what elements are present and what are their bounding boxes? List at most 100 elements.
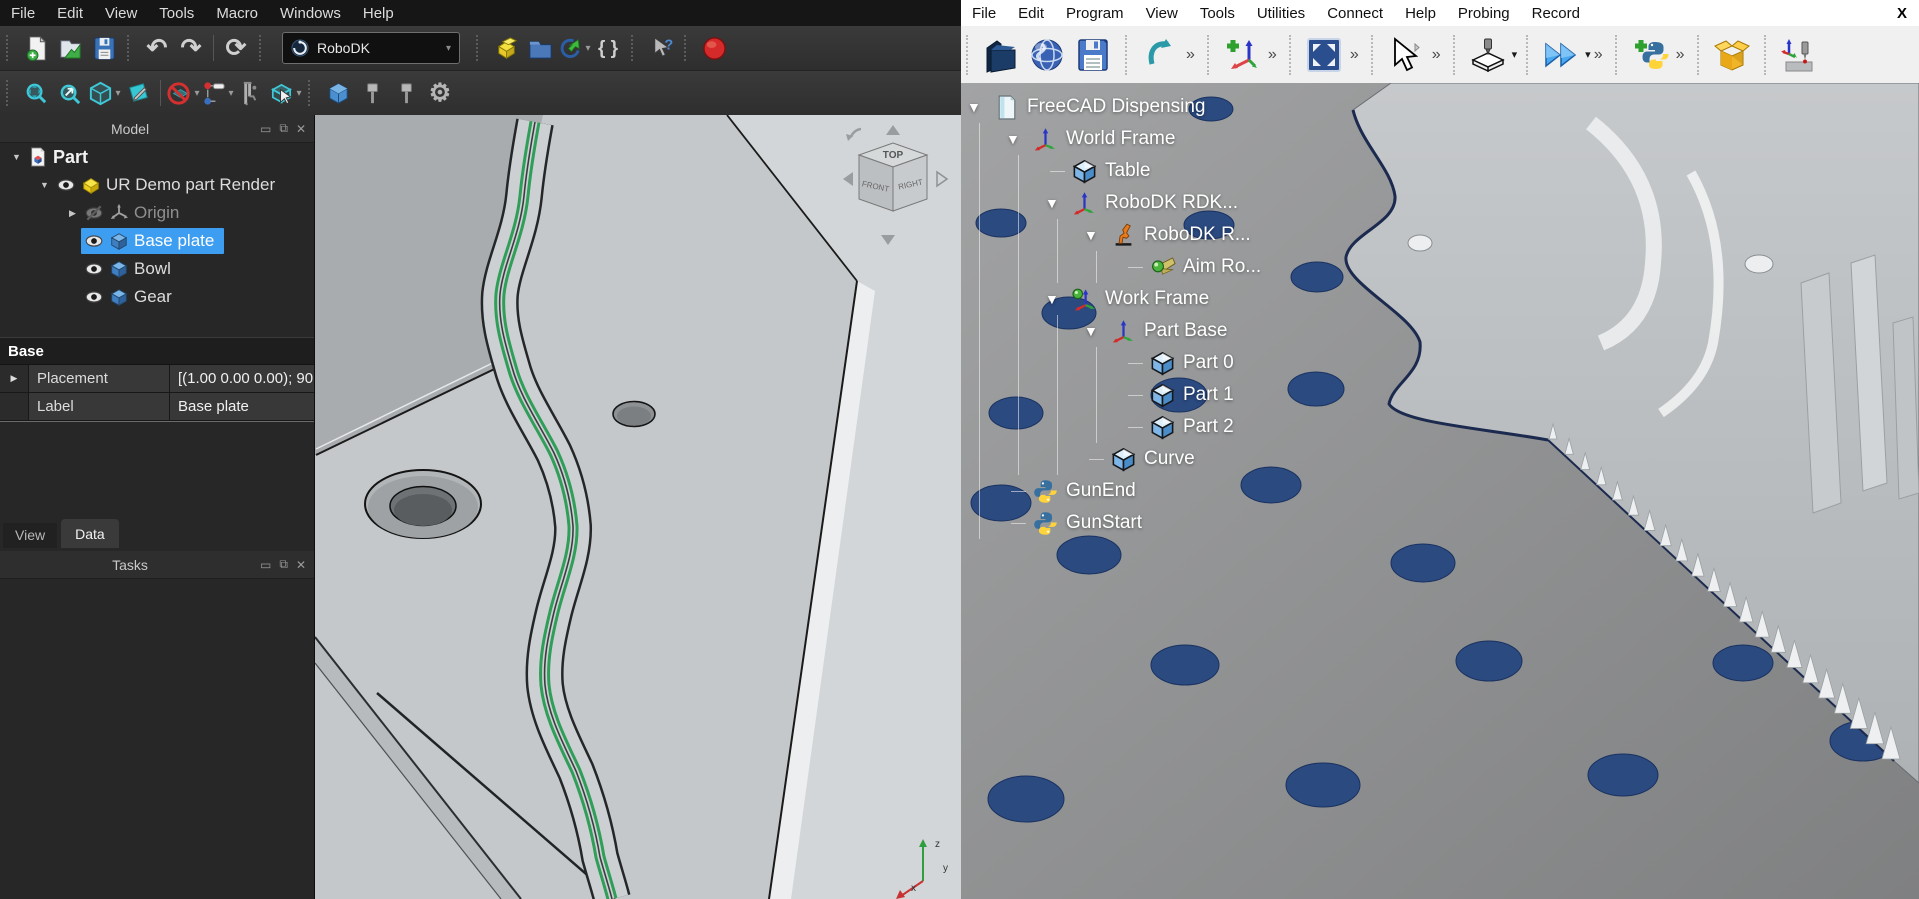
- property-value[interactable]: [(1.00 0.00 0.00); 90.00 °;...: [170, 365, 314, 392]
- station-tree-item-part-2[interactable]: Part 2: [967, 411, 1261, 443]
- tab-data[interactable]: Data: [61, 519, 119, 548]
- caret-down-icon[interactable]: ▼: [1084, 227, 1110, 243]
- menu-help[interactable]: Help: [352, 5, 405, 22]
- rdk-undo-button[interactable]: [1137, 32, 1183, 78]
- tool-post-button[interactable]: [355, 75, 389, 111]
- station-tree-item-aim-ro[interactable]: Aim Ro...: [967, 251, 1261, 283]
- station-tree-item-world-frame[interactable]: ▼World Frame: [967, 123, 1261, 155]
- rdk-globe-button[interactable]: [1024, 32, 1070, 78]
- dock-icon[interactable]: ▭: [260, 558, 271, 572]
- menu-view[interactable]: View: [1135, 5, 1189, 22]
- tree-item-ur-demo-part-render[interactable]: ▼UR Demo part Render: [0, 171, 314, 199]
- record-button[interactable]: [697, 30, 731, 66]
- menu-tools[interactable]: Tools: [148, 5, 205, 22]
- rdk-tcp-button[interactable]: [1776, 32, 1822, 78]
- tree-item-content[interactable]: Origin: [81, 200, 189, 226]
- chevron-down-icon[interactable]: ▾: [1512, 48, 1518, 61]
- menu-file[interactable]: File: [0, 5, 46, 22]
- station-tree-item-robodk-r[interactable]: ▼RoboDK R...: [967, 219, 1261, 251]
- caret-right-icon[interactable]: ▶: [64, 208, 81, 219]
- caret-right-icon[interactable]: ▶: [0, 365, 29, 392]
- toolbar-grip[interactable]: [1764, 35, 1772, 75]
- refresh-button[interactable]: ⟳: [219, 30, 253, 66]
- undo-button[interactable]: ↶: [140, 30, 174, 66]
- measure-button[interactable]: [234, 75, 268, 111]
- rdk-run-button[interactable]: [1538, 32, 1584, 78]
- station-tree-item-part-0[interactable]: Part 0: [967, 347, 1261, 379]
- toolbar-grip[interactable]: [1207, 35, 1215, 75]
- rdk-python-button[interactable]: [1627, 32, 1673, 78]
- tree-item-content[interactable]: Gear: [81, 284, 182, 310]
- tree-item-part[interactable]: ▼Part: [0, 143, 314, 171]
- toolbar-overflow-icon[interactable]: »: [1186, 46, 1195, 64]
- menu-file[interactable]: File: [961, 5, 1007, 22]
- tree-item-base-plate[interactable]: Base plate: [0, 227, 314, 255]
- caret-down-icon[interactable]: ▼: [1045, 195, 1071, 211]
- save-button[interactable]: [87, 30, 121, 66]
- braces-button[interactable]: { }: [591, 30, 625, 66]
- nav-cube-button[interactable]: [321, 75, 355, 111]
- toolbar-grip[interactable]: [259, 35, 268, 61]
- menu-edit[interactable]: Edit: [46, 5, 94, 22]
- export-arrow-button[interactable]: ▾: [557, 30, 591, 66]
- property-row-label[interactable]: LabelBase plate: [0, 393, 314, 421]
- open-document-button[interactable]: [53, 30, 87, 66]
- small-hole[interactable]: [613, 402, 655, 427]
- tree-item-gear[interactable]: Gear: [0, 283, 314, 311]
- caret-down-icon[interactable]: ▼: [1084, 323, 1110, 339]
- menu-program[interactable]: Program: [1055, 5, 1135, 22]
- close-icon[interactable]: ✕: [296, 558, 306, 572]
- rdk-fit-button[interactable]: [1301, 32, 1347, 78]
- caret-down-icon[interactable]: ▼: [36, 180, 53, 190]
- toolbar-overflow-icon[interactable]: »: [1350, 46, 1359, 64]
- toolbar-grip[interactable]: [1125, 35, 1133, 75]
- draw-style-button[interactable]: ▾: [200, 75, 234, 111]
- toolbar-grip[interactable]: [6, 35, 15, 61]
- menu-record[interactable]: Record: [1521, 5, 1591, 22]
- float-icon[interactable]: ⧉: [279, 121, 288, 136]
- caret-down-icon[interactable]: ▼: [1006, 131, 1032, 147]
- new-document-button[interactable]: [19, 30, 53, 66]
- window-close-button[interactable]: X: [1885, 5, 1919, 22]
- toolbar-grip[interactable]: [6, 80, 15, 106]
- station-tree-item-gunstart[interactable]: GunStart: [967, 507, 1261, 539]
- station-tree-item-gunend[interactable]: GunEnd: [967, 475, 1261, 507]
- menu-windows[interactable]: Windows: [269, 5, 352, 22]
- clip-plane-button[interactable]: ▾: [166, 75, 200, 111]
- station-tree-item-part-1[interactable]: Part 1: [967, 379, 1261, 411]
- menu-probing[interactable]: Probing: [1447, 5, 1521, 22]
- chevron-down-icon[interactable]: ▾: [1585, 48, 1591, 61]
- rdk-cursor-button[interactable]: [1383, 32, 1429, 78]
- property-row-placement[interactable]: ▶Placement[(1.00 0.00 0.00); 90.00 °;...: [0, 365, 314, 393]
- toolbar-grip[interactable]: [631, 35, 640, 61]
- menu-tools[interactable]: Tools: [1189, 5, 1246, 22]
- close-icon[interactable]: ✕: [296, 122, 306, 136]
- tree-item-content[interactable]: UR Demo part Render: [53, 172, 285, 198]
- freecad-3d-scene[interactable]: TOP FRONT RIGHT z y: [315, 115, 961, 899]
- toolbar-overflow-icon[interactable]: »: [1594, 46, 1603, 64]
- menu-view[interactable]: View: [94, 5, 148, 22]
- rdk-open-button[interactable]: [978, 32, 1024, 78]
- tree-item-content[interactable]: Bowl: [81, 256, 181, 282]
- caret-down-icon[interactable]: ▼: [967, 99, 993, 115]
- dock-icon[interactable]: ▭: [260, 122, 271, 136]
- rdk-package-button[interactable]: [1709, 32, 1755, 78]
- freecad-3d-viewport[interactable]: TOP FRONT RIGHT z y: [315, 115, 961, 899]
- menu-help[interactable]: Help: [1394, 5, 1447, 22]
- tree-item-bowl[interactable]: Bowl: [0, 255, 314, 283]
- toolbar-grip[interactable]: [476, 35, 485, 61]
- toolbar-overflow-icon[interactable]: »: [1676, 46, 1685, 64]
- view-fit-button[interactable]: [19, 75, 53, 111]
- toolbar-overflow-icon[interactable]: »: [1268, 46, 1277, 64]
- view-iso-button[interactable]: ▾: [87, 75, 121, 111]
- tree-item-origin[interactable]: ▶Origin: [0, 199, 314, 227]
- redo-button[interactable]: ↷: [174, 30, 208, 66]
- toolbar-grip[interactable]: [1371, 35, 1379, 75]
- toolbar-grip[interactable]: [966, 35, 974, 75]
- settings-gear-button[interactable]: ⚙: [423, 75, 457, 111]
- menu-macro[interactable]: Macro: [205, 5, 269, 22]
- station-tree-item-work-frame[interactable]: ▼Work Frame: [967, 283, 1261, 315]
- toolbar-grip[interactable]: [1526, 35, 1534, 75]
- tree-item-content[interactable]: Part: [25, 144, 98, 170]
- menu-edit[interactable]: Edit: [1007, 5, 1055, 22]
